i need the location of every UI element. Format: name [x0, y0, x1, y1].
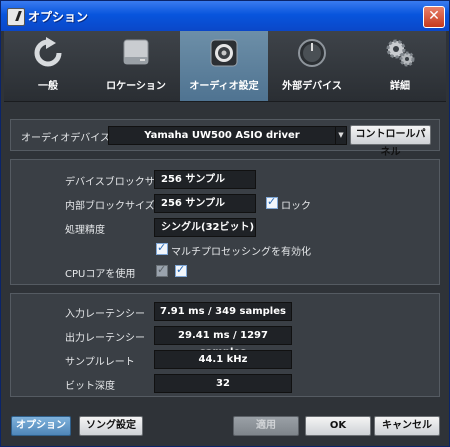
- tab-audio-settings[interactable]: オーディオ設定: [180, 31, 268, 101]
- apply-button[interactable]: 適用: [233, 416, 299, 436]
- output-latency-value: 29.41 ms / 1297 samples: [154, 326, 292, 358]
- tab-external-devices-label: 外部デバイス: [282, 81, 342, 92]
- audio-device-select[interactable]: Yamaha UW500 ASIO driver: [108, 126, 336, 145]
- options-window: オプション ✕ 一般 ロケーション オーディオ設定 外部デバイス 詳細 オーディ…: [0, 0, 450, 447]
- cpu-core-2-checkbox[interactable]: [175, 263, 187, 277]
- cpu-cores-label: CPUコアを使用: [65, 269, 136, 280]
- precision-select[interactable]: シングル(32ビット): [154, 218, 256, 237]
- chevron-down-icon[interactable]: ▼: [335, 126, 347, 145]
- tab-external-devices[interactable]: 外部デバイス: [268, 31, 356, 101]
- audio-device-label: オーディオデバイス: [21, 133, 110, 144]
- tab-general-label: 一般: [38, 81, 58, 92]
- song-settings-button[interactable]: ソング設定: [79, 416, 143, 436]
- tab-audio-settings-label: オーディオ設定: [189, 81, 259, 92]
- lock-checkbox[interactable]: [266, 195, 278, 209]
- audio-device-panel: オーディオデバイス Yamaha UW500 ASIO driver ▼ コント…: [10, 119, 440, 158]
- cpu-core-1-checkbox: [156, 263, 168, 277]
- sample-rate-value: 44.1 kHz: [154, 350, 292, 369]
- device-block-size-field[interactable]: 256 サンプル: [154, 170, 256, 189]
- internal-block-size-field[interactable]: 256 サンプル: [154, 194, 256, 213]
- tab-advanced[interactable]: 詳細: [356, 31, 444, 101]
- knob-icon: [298, 39, 326, 67]
- window-title: オプション: [28, 10, 89, 24]
- sample-rate-label: サンプルレート: [65, 357, 135, 368]
- refresh-icon: [34, 37, 62, 67]
- cancel-button[interactable]: キャンセル: [374, 416, 440, 436]
- internal-block-size-label: 内部ブロックサイズ: [65, 201, 155, 212]
- lock-label: ロック: [281, 201, 311, 212]
- ok-button[interactable]: OK: [305, 416, 371, 436]
- output-latency-label: 出力レーテンシー: [65, 333, 145, 344]
- gears-icon: [386, 39, 415, 67]
- tab-advanced-label: 詳細: [390, 81, 410, 92]
- tab-general[interactable]: 一般: [4, 31, 92, 101]
- tab-locations-label: ロケーション: [106, 81, 166, 92]
- bit-depth-label: ビット深度: [65, 381, 115, 392]
- processing-settings-panel: デバイスブロックサイズ 256 サンプル 内部ブロックサイズ 256 サンプル …: [10, 159, 440, 285]
- app-icon: [7, 8, 25, 26]
- precision-label: 処理精度: [65, 225, 105, 236]
- title-bar[interactable]: オプション ✕: [1, 1, 449, 31]
- multiprocessing-checkbox[interactable]: [156, 241, 168, 255]
- latency-info-panel: 入力レーテンシー 7.91 ms / 349 samples 出力レーテンシー …: [10, 293, 440, 397]
- drive-icon: [123, 39, 149, 65]
- bit-depth-value: 32: [154, 374, 292, 393]
- control-panel-button[interactable]: コントロールパネル: [350, 125, 431, 158]
- speaker-icon: [210, 39, 238, 67]
- tab-locations[interactable]: ロケーション: [92, 31, 180, 101]
- input-latency-value: 7.91 ms / 349 samples: [154, 302, 292, 321]
- options-button[interactable]: オプション: [11, 416, 71, 436]
- tab-bar: 一般 ロケーション オーディオ設定 外部デバイス 詳細: [4, 31, 446, 102]
- multiprocessing-label: マルチプロセッシングを有効化: [171, 247, 311, 258]
- input-latency-label: 入力レーテンシー: [65, 309, 145, 320]
- close-button[interactable]: ✕: [423, 6, 445, 28]
